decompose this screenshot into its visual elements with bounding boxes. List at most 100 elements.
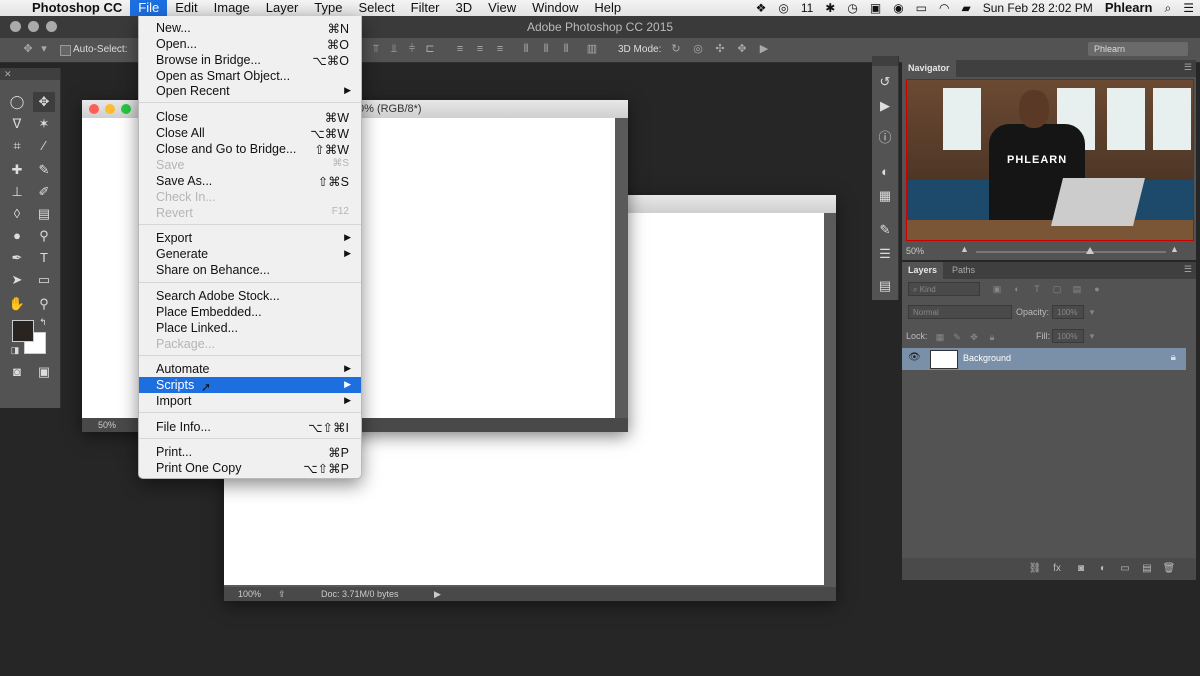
distribute-bottom-icon[interactable]: ≡ — [494, 43, 506, 55]
wifi-icon[interactable]: ◠ — [933, 0, 955, 16]
airplay-icon[interactable]: ▭ — [910, 0, 933, 16]
swatches-icon[interactable]: ▦ — [877, 188, 893, 204]
screen-mode-icon[interactable]: ▣ — [33, 362, 55, 382]
distribute-right-icon[interactable]: ⦀ — [560, 43, 572, 55]
pen-tool-icon[interactable]: ✒ — [6, 248, 28, 268]
hand-tool-icon[interactable]: ✋ — [6, 294, 28, 314]
auto-select-checkbox[interactable] — [60, 45, 71, 56]
layer-row-background[interactable]: 👁︎ Background 🔒︎ — [902, 348, 1186, 370]
tab-layers[interactable]: Layers — [902, 262, 944, 279]
navigator-zoom[interactable]: 50% — [906, 246, 924, 256]
menu-window[interactable]: Window — [524, 0, 586, 16]
record-icon[interactable]: ◉ — [887, 0, 909, 16]
menu-item-file-info[interactable]: File Info... ⌥⇧⌘I — [139, 419, 361, 435]
menu-edit[interactable]: Edit — [167, 0, 205, 16]
menu-item-share-behance[interactable]: Share on Behance... — [139, 262, 361, 278]
magic-wand-icon[interactable]: ✶ — [33, 114, 55, 134]
3d-slide-icon[interactable]: ✥ — [736, 43, 748, 55]
status-menu-arrow-icon[interactable]: ▶ — [434, 589, 441, 600]
dropbox-icon[interactable]: ❖ — [750, 0, 773, 16]
tab-paths[interactable]: Paths — [946, 262, 981, 279]
lock-image-icon[interactable]: ✎ — [952, 332, 962, 342]
move-tool-icon[interactable]: ✥ — [33, 92, 55, 112]
align-vcenter-icon[interactable]: ⫫ — [388, 43, 400, 55]
swap-colors-icon[interactable]: ↰ — [32, 312, 54, 332]
menu-item-close[interactable]: Close ⌘W — [139, 109, 361, 125]
properties-icon[interactable]: ▤ — [877, 278, 893, 294]
toolbox-header[interactable]: ✕ — [0, 68, 60, 80]
menu-item-close-go-bridge[interactable]: Close and Go to Bridge... ⇧⌘W — [139, 141, 361, 157]
filter-kind-select[interactable]: ⌕ Kind — [908, 282, 980, 296]
opacity-dropdown-icon[interactable]: ▾ — [1087, 307, 1097, 317]
new-layer-icon[interactable]: ▤ — [1140, 563, 1154, 575]
lock-transparent-icon[interactable]: ▦ — [935, 332, 945, 342]
menu-item-place-linked[interactable]: Place Linked... — [139, 320, 361, 336]
user-name[interactable]: Phlearn — [1099, 0, 1159, 16]
lasso-tool-icon[interactable]: ᐁ — [6, 114, 28, 134]
creative-cloud-icon[interactable]: ◎ — [772, 0, 794, 16]
menu-item-open-recent[interactable]: Open Recent ▶ — [139, 83, 361, 99]
adjustments-icon[interactable]: ☰ — [877, 246, 893, 262]
info-icon[interactable]: ⓘ — [877, 130, 893, 146]
3d-drag-icon[interactable]: ✣ — [714, 43, 726, 55]
menu-select[interactable]: Select — [350, 0, 402, 16]
menu-item-automate[interactable]: Automate ▶ — [139, 361, 361, 377]
workspace-switcher[interactable]: Phlearn — [1088, 42, 1188, 56]
3d-rotate-icon[interactable]: ↻ — [670, 43, 682, 55]
zoom-out-icon[interactable]: ▲ — [960, 244, 969, 254]
history-brush-icon[interactable]: ✐ — [33, 182, 55, 202]
tab-navigator[interactable]: Navigator — [902, 60, 956, 77]
menu-type[interactable]: Type — [306, 0, 350, 16]
distribute-top-icon[interactable]: ≡ — [454, 43, 466, 55]
new-group-icon[interactable]: ▭ — [1118, 563, 1132, 575]
blend-mode-select[interactable]: Normal — [908, 305, 1012, 319]
navigator-thumbnail[interactable]: PHLEARN — [906, 79, 1194, 241]
filter-pixel-icon[interactable]: ▣ — [992, 284, 1002, 294]
marquee-tool-icon[interactable]: ◯ — [6, 92, 28, 112]
chevron-down-icon[interactable]: ▾ — [38, 43, 50, 55]
panel-menu-icon[interactable]: ☰ — [1184, 264, 1192, 275]
app-menu[interactable]: Photoshop CC — [24, 0, 130, 16]
fill-field[interactable]: 100% — [1052, 329, 1084, 343]
menu-item-scripts[interactable]: Scripts ➚ ▶ — [139, 377, 361, 394]
zoom-slider[interactable] — [976, 251, 1166, 253]
quick-mask-icon[interactable]: ◙ — [6, 362, 28, 382]
path-selection-icon[interactable]: ➤ — [6, 270, 28, 290]
link-layers-icon[interactable]: ⛓ — [1028, 563, 1042, 575]
menu-item-close-all[interactable]: Close All ⌥⌘W — [139, 125, 361, 141]
clock[interactable]: Sun Feb 28 2:02 PM — [977, 0, 1099, 16]
auto-align-icon[interactable]: ▥ — [586, 43, 598, 55]
lock-all-icon[interactable]: 🔒︎ — [987, 332, 997, 342]
document-back-zoom[interactable]: 50% — [98, 420, 116, 430]
strip-header[interactable] — [872, 56, 898, 66]
3d-scale-icon[interactable]: ▶ — [758, 43, 770, 55]
clone-stamp-icon[interactable]: ⊥ — [6, 182, 28, 202]
menu-image[interactable]: Image — [206, 0, 258, 16]
3d-roll-icon[interactable]: ◎ — [692, 43, 704, 55]
menu-help[interactable]: Help — [586, 0, 629, 16]
menu-item-open[interactable]: Open... ⌘O — [139, 36, 361, 52]
menu-item-place-embedded[interactable]: Place Embedded... — [139, 304, 361, 320]
rectangle-tool-icon[interactable]: ▭ — [33, 270, 55, 290]
menu-item-search-adobe-stock[interactable]: Search Adobe Stock... — [139, 288, 361, 304]
color-icon[interactable]: ◐ — [877, 164, 893, 180]
notification-center-icon[interactable]: ☰ — [1177, 0, 1200, 16]
menu-3d[interactable]: 3D — [448, 0, 481, 16]
menu-item-open-smart-object[interactable]: Open as Smart Object... — [139, 68, 361, 84]
menu-item-print-one-copy[interactable]: Print One Copy ⌥⇧⌘P — [139, 460, 361, 476]
zoom-tool-icon[interactable]: ⚲ — [33, 294, 55, 314]
foreground-color-swatch[interactable] — [12, 320, 34, 342]
filter-shape-icon[interactable]: ▢ — [1052, 284, 1062, 294]
align-top-icon[interactable]: ⫪ — [370, 43, 382, 55]
menu-item-import[interactable]: Import ▶ — [139, 393, 361, 409]
menu-item-print[interactable]: Print... ⌘P — [139, 444, 361, 460]
filter-type-icon[interactable]: T — [1032, 284, 1042, 294]
filter-toggle-icon[interactable]: ● — [1092, 284, 1102, 294]
screen-icon[interactable]: ▣ — [864, 0, 887, 16]
eraser-icon[interactable]: ◊ — [6, 204, 28, 224]
move-tool-preset-icon[interactable]: ✥ — [22, 43, 34, 55]
type-tool-icon[interactable]: T — [33, 248, 55, 268]
filter-adjustment-icon[interactable]: ◐ — [1012, 284, 1022, 294]
share-icon[interactable]: ⇪ — [278, 589, 286, 600]
default-colors-icon[interactable]: ◨ — [4, 340, 26, 360]
